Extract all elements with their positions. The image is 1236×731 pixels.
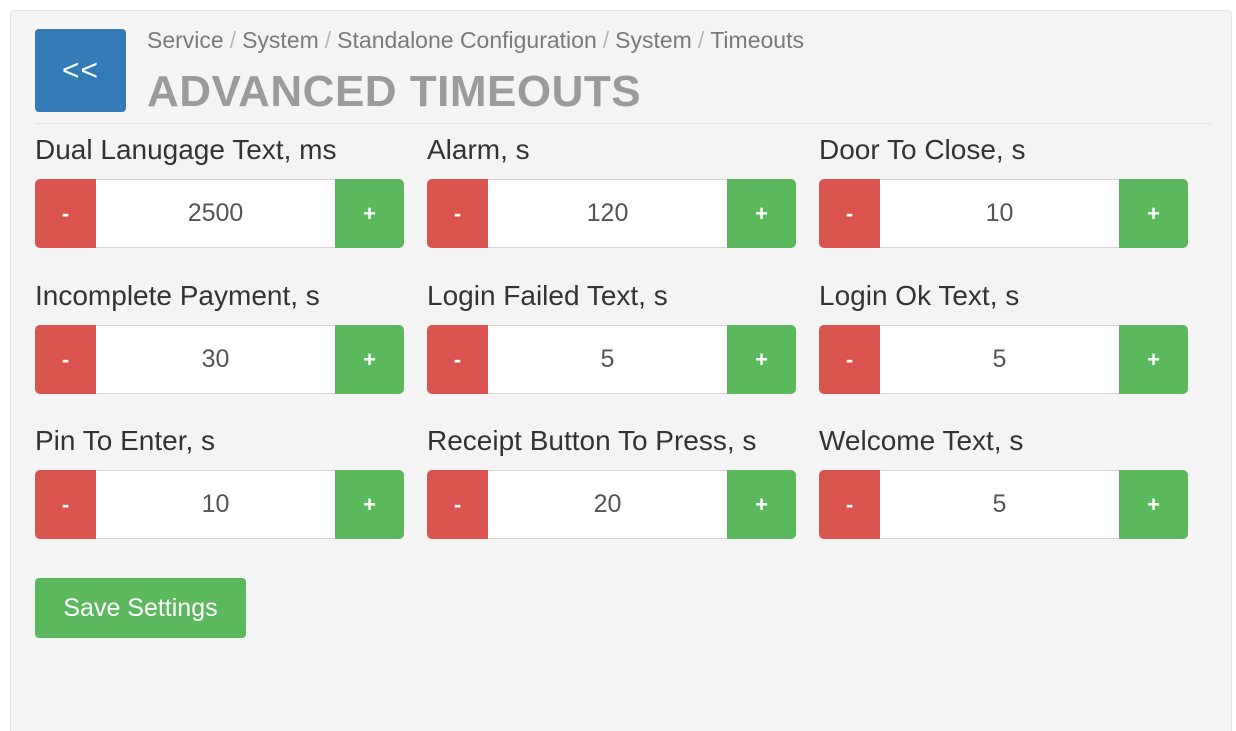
- decrement-button[interactable]: -: [35, 179, 96, 248]
- field-login-ok-text: Login Ok Text, s - 5 +: [819, 275, 1189, 394]
- receipt-button-to-press-stepper: - 20 +: [427, 470, 796, 539]
- alarm-value[interactable]: 120: [488, 179, 727, 248]
- field-login-failed-text: Login Failed Text, s - 5 +: [427, 275, 797, 394]
- field-label: Door To Close, s: [819, 134, 1026, 165]
- field-welcome-text: Welcome Text, s - 5 +: [819, 420, 1189, 539]
- receipt-button-to-press-value[interactable]: 20: [488, 470, 727, 539]
- breadcrumb-item-system[interactable]: System: [242, 27, 319, 53]
- increment-button[interactable]: +: [335, 470, 404, 539]
- increment-button[interactable]: +: [727, 470, 796, 539]
- welcome-text-value[interactable]: 5: [880, 470, 1119, 539]
- breadcrumb-item-standalone-configuration[interactable]: Standalone Configuration: [337, 27, 597, 53]
- field-label: Welcome Text, s: [819, 425, 1024, 456]
- field-label: Login Ok Text, s: [819, 280, 1020, 311]
- field-label: Dual Lanugage Text, ms: [35, 134, 337, 165]
- decrement-button[interactable]: -: [819, 179, 880, 248]
- field-label: Pin To Enter, s: [35, 425, 216, 456]
- field-door-to-close: Door To Close, s - 10 +: [819, 129, 1189, 248]
- decrement-button[interactable]: -: [35, 470, 96, 539]
- breadcrumb-separator: /: [697, 27, 705, 53]
- field-label: Incomplete Payment, s: [35, 280, 320, 311]
- breadcrumb-separator: /: [229, 27, 237, 53]
- field-incomplete-payment: Incomplete Payment, s - 30 +: [35, 275, 405, 394]
- increment-button[interactable]: +: [1119, 179, 1188, 248]
- door-to-close-stepper: - 10 +: [819, 179, 1188, 248]
- breadcrumb: Service / System / Standalone Configuration /…: [147, 27, 804, 54]
- header-divider: [35, 123, 1211, 124]
- increment-button[interactable]: +: [1119, 470, 1188, 539]
- breadcrumb-separator: /: [324, 27, 332, 53]
- increment-button[interactable]: +: [335, 179, 404, 248]
- dual-language-text-stepper: - 2500 +: [35, 179, 404, 248]
- field-label: Alarm, s: [427, 134, 530, 165]
- breadcrumb-separator: /: [602, 27, 610, 53]
- field-label: Login Failed Text, s: [427, 280, 668, 311]
- breadcrumb-item-timeouts: Timeouts: [710, 27, 804, 53]
- alarm-stepper: - 120 +: [427, 179, 796, 248]
- decrement-button[interactable]: -: [427, 470, 488, 539]
- field-receipt-button-to-press: Receipt Button To Press, s - 20 +: [427, 420, 797, 539]
- save-settings-button[interactable]: Save Settings: [35, 578, 246, 638]
- increment-button[interactable]: +: [727, 325, 796, 394]
- decrement-button[interactable]: -: [427, 179, 488, 248]
- page-title: ADVANCED TIMEOUTS: [147, 67, 642, 116]
- settings-panel: << Service / System / Standalone Configurati…: [10, 10, 1232, 731]
- door-to-close-value[interactable]: 10: [880, 179, 1119, 248]
- decrement-button[interactable]: -: [35, 325, 96, 394]
- field-dual-language-text: Dual Lanugage Text, ms - 2500 +: [35, 129, 405, 248]
- increment-button[interactable]: +: [1119, 325, 1188, 394]
- field-pin-to-enter: Pin To Enter, s - 10 +: [35, 420, 405, 539]
- pin-to-enter-stepper: - 10 +: [35, 470, 404, 539]
- dual-language-text-value[interactable]: 2500: [96, 179, 335, 248]
- pin-to-enter-value[interactable]: 10: [96, 470, 335, 539]
- decrement-button[interactable]: -: [819, 325, 880, 394]
- breadcrumb-item-system-2[interactable]: System: [615, 27, 692, 53]
- field-alarm: Alarm, s - 120 +: [427, 129, 797, 248]
- breadcrumb-item-service[interactable]: Service: [147, 27, 224, 53]
- increment-button[interactable]: +: [727, 179, 796, 248]
- decrement-button[interactable]: -: [819, 470, 880, 539]
- increment-button[interactable]: +: [335, 325, 404, 394]
- login-failed-text-stepper: - 5 +: [427, 325, 796, 394]
- decrement-button[interactable]: -: [427, 325, 488, 394]
- incomplete-payment-value[interactable]: 30: [96, 325, 335, 394]
- welcome-text-stepper: - 5 +: [819, 470, 1188, 539]
- field-label: Receipt Button To Press, s: [427, 425, 757, 456]
- incomplete-payment-stepper: - 30 +: [35, 325, 404, 394]
- login-ok-text-value[interactable]: 5: [880, 325, 1119, 394]
- login-failed-text-value[interactable]: 5: [488, 325, 727, 394]
- back-button[interactable]: <<: [35, 29, 126, 112]
- login-ok-text-stepper: - 5 +: [819, 325, 1188, 394]
